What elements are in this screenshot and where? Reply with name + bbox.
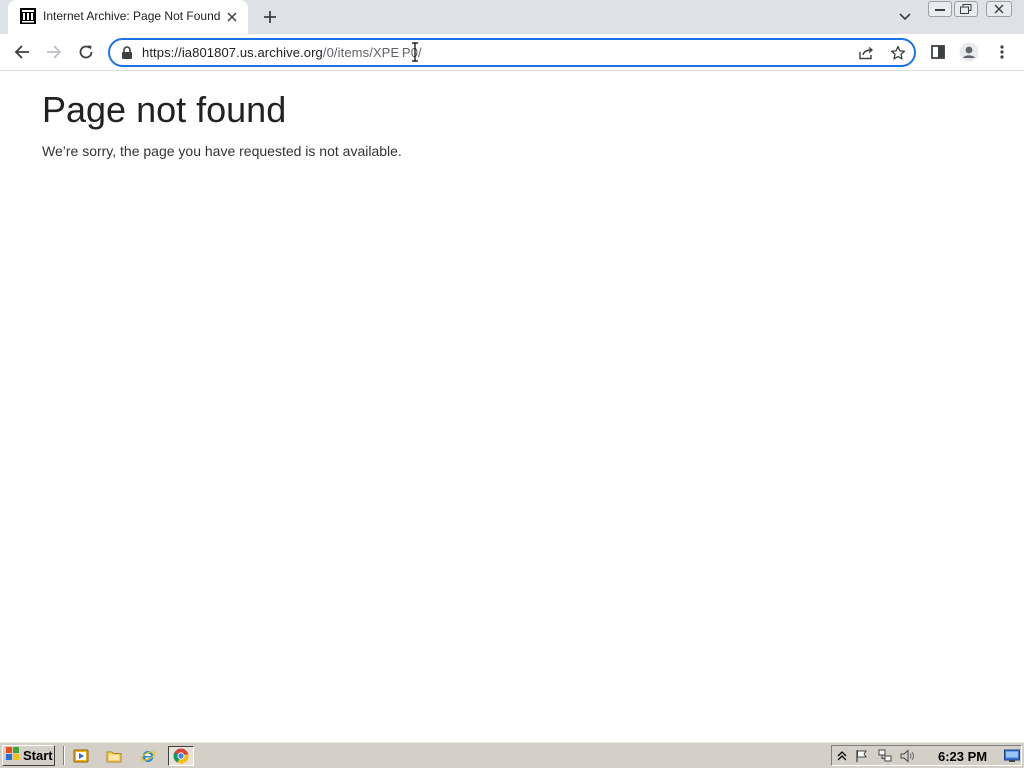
share-icon[interactable] xyxy=(856,43,876,63)
side-panel-icon[interactable] xyxy=(926,40,950,64)
clock[interactable]: 6:23 PM xyxy=(938,749,987,764)
start-button[interactable]: Start xyxy=(2,745,55,766)
quicklaunch-separator xyxy=(63,746,65,765)
tab-search-chevron-icon[interactable] xyxy=(894,6,916,28)
close-tab-icon[interactable] xyxy=(224,9,240,25)
text-cursor-icon xyxy=(412,42,418,62)
restore-window-icon[interactable] xyxy=(954,1,978,17)
tab-strip: Internet Archive: Page Not Found xyxy=(0,0,1024,34)
page-content: Page not found We’re sorry, the page you… xyxy=(0,71,1024,741)
more-menu-icon[interactable] xyxy=(990,40,1014,64)
chrome-taskbar-icon[interactable] xyxy=(168,746,194,766)
page-title: Page not found xyxy=(42,89,287,130)
start-label: Start xyxy=(23,748,53,763)
system-tray: 6:23 PM xyxy=(831,745,1022,766)
lock-icon[interactable] xyxy=(121,46,135,60)
browser-toolbar: https://ia801807.us.archive.org/0/items/… xyxy=(0,34,1024,71)
folder-explorer-icon[interactable] xyxy=(104,746,124,766)
browser-tab[interactable]: Internet Archive: Page Not Found xyxy=(8,0,248,34)
error-message: We’re sorry, the page you have requested… xyxy=(42,143,402,159)
internet-explorer-icon[interactable] xyxy=(138,746,158,766)
media-player-icon[interactable] xyxy=(71,746,91,766)
url-text[interactable]: https://ia801807.us.archive.org/0/items/… xyxy=(142,45,422,60)
url-host: https://ia801807.us.archive.org xyxy=(142,45,323,60)
url-path: /0/items/XPE P0/ xyxy=(322,45,422,60)
forward-arrow-icon[interactable] xyxy=(42,40,66,64)
tab-title: Internet Archive: Page Not Found xyxy=(43,9,221,23)
volume-speaker-icon[interactable] xyxy=(900,748,916,764)
minimize-window-icon[interactable] xyxy=(928,1,952,17)
screen: Internet Archive: Page Not Found https:/… xyxy=(0,0,1024,768)
windows-logo-icon xyxy=(6,746,20,765)
taskbar: Start 6:23 PM xyxy=(0,741,1024,768)
network-icon[interactable] xyxy=(877,748,893,764)
show-desktop-icon[interactable] xyxy=(1004,748,1020,764)
address-bar[interactable]: https://ia801807.us.archive.org/0/items/… xyxy=(108,38,916,67)
action-center-flag-icon[interactable] xyxy=(854,748,870,764)
new-tab-icon[interactable] xyxy=(258,5,282,29)
reload-icon[interactable] xyxy=(74,40,98,64)
profile-avatar-icon[interactable] xyxy=(957,40,981,64)
back-arrow-icon[interactable] xyxy=(10,40,34,64)
close-window-icon[interactable] xyxy=(986,1,1012,17)
archive-favicon-icon xyxy=(20,8,36,24)
bookmark-star-icon[interactable] xyxy=(888,43,908,63)
show-hidden-icons-chevron-icon[interactable] xyxy=(834,748,850,764)
